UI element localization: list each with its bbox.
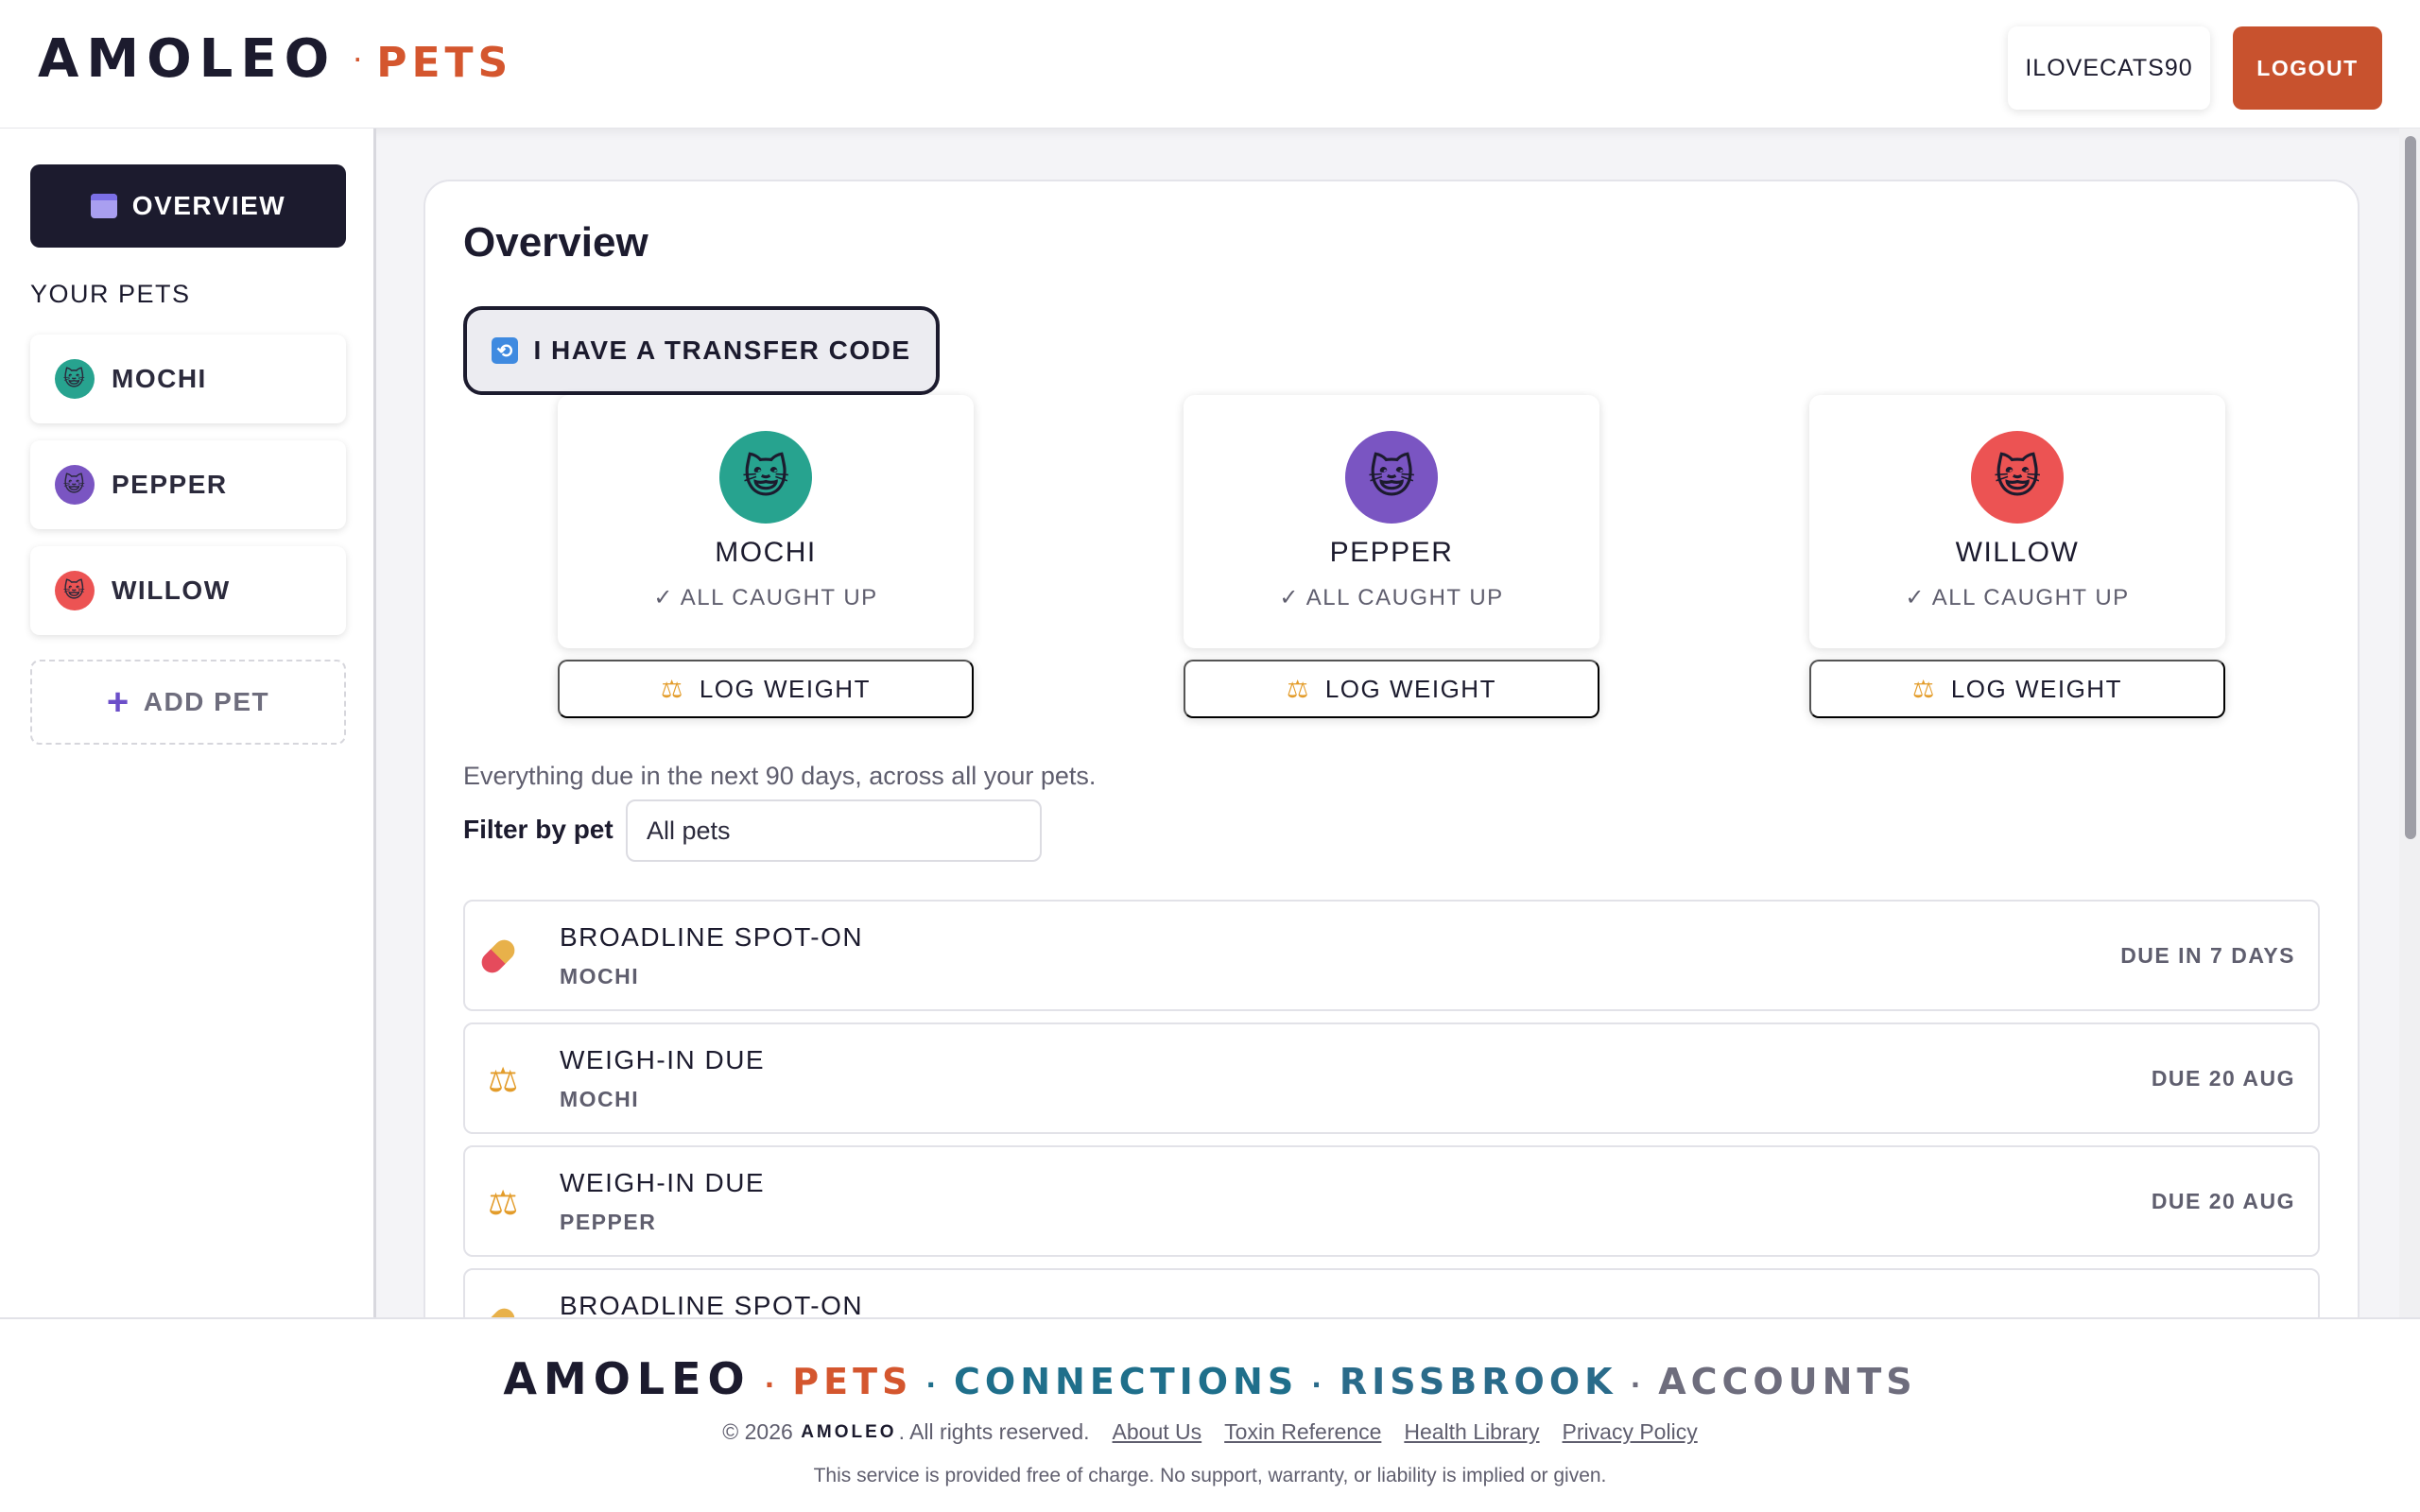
transfer-code-label: I HAVE A TRANSFER CODE: [533, 335, 911, 365]
footer-separator: ·: [1311, 1369, 1326, 1400]
due-item-pet: MOCHI: [560, 964, 640, 988]
footer-brand-connections[interactable]: CONNECTIONS: [954, 1361, 1298, 1402]
page-scrollbar[interactable]: [2399, 129, 2420, 1317]
brand-name: AMOLEO: [38, 28, 337, 90]
copyright-brand: AMOLEO: [801, 1421, 897, 1442]
logout-button[interactable]: LOGOUT: [2233, 26, 2382, 110]
scale-icon: ⚖: [488, 1183, 519, 1222]
list-item[interactable]: ⚖ WEIGH-IN DUE MOCHI DUE 20 AUG: [463, 1022, 2320, 1134]
pet-card-name: PEPPER: [1329, 537, 1454, 568]
list-item[interactable]: ⚖ WEIGH-IN DUE PEPPER DUE 20 AUG: [463, 1145, 2320, 1257]
brand-separator: ·: [352, 38, 364, 77]
footer-separator: ·: [764, 1369, 780, 1400]
due-item-pet: PEPPER: [560, 1210, 657, 1234]
log-weight-label: LOG WEIGHT: [699, 674, 871, 703]
cat-face-icon: 😺: [1971, 431, 2064, 524]
due-item-title: WEIGH-IN DUE: [560, 1168, 766, 1197]
due-item-date: DUE 20 AUG: [2151, 1189, 2295, 1213]
pet-card-pepper[interactable]: 😺 PEPPER ✓ ALL CAUGHT UP: [1184, 395, 1599, 648]
footer-brand-row: AMOLEO · PETS · CONNECTIONS · RISSBROOK …: [0, 1353, 2420, 1404]
footer-brand-accounts[interactable]: ACCOUNTS: [1658, 1361, 1916, 1402]
footer: AMOLEO · PETS · CONNECTIONS · RISSBROOK …: [0, 1317, 2420, 1512]
page-title: Overview: [463, 219, 648, 266]
due-list: BROADLINE SPOT-ON MOCHI DUE IN 7 DAYS ⚖ …: [463, 898, 2320, 1317]
log-weight-button-willow[interactable]: ⚖ LOG WEIGHT: [1809, 660, 2225, 718]
pill-icon: [477, 1304, 519, 1317]
sidebar-item-mochi[interactable]: 😺 MOCHI: [30, 335, 346, 423]
pet-card-mochi[interactable]: 😺 MOCHI ✓ ALL CAUGHT UP: [558, 395, 974, 648]
your-pets-heading: YOUR PETS: [30, 280, 191, 308]
sidebar-item-pepper[interactable]: 😺 PEPPER: [30, 440, 346, 529]
calendar-icon: [90, 194, 117, 218]
scrollbar-thumb[interactable]: [2405, 136, 2416, 839]
filter-label: Filter by pet: [463, 815, 614, 844]
pet-card-willow[interactable]: 😺 WILLOW ✓ ALL CAUGHT UP: [1809, 395, 2225, 648]
scale-icon: ⚖: [661, 674, 684, 703]
sidebar-pet-label: PEPPER: [112, 470, 228, 499]
due-item-title: WEIGH-IN DUE: [560, 1045, 766, 1074]
log-weight-label: LOG WEIGHT: [1950, 674, 2122, 703]
footer-link-toxin-reference[interactable]: Toxin Reference: [1224, 1419, 1381, 1445]
due-item-title: BROADLINE SPOT-ON: [560, 1291, 864, 1317]
brand-logo[interactable]: AMOLEO · PETS: [38, 28, 512, 90]
pet-card-status: ✓ ALL CAUGHT UP: [1905, 585, 2130, 610]
upcoming-hint-text: Everything due in the next 90 days, acro…: [463, 762, 1097, 790]
pet-filter-select[interactable]: All pets: [626, 799, 1042, 862]
footer-link-about[interactable]: About Us: [1113, 1419, 1202, 1445]
pet-card-name: WILLOW: [1955, 537, 2080, 568]
overview-label: OVERVIEW: [131, 191, 286, 220]
footer-separator: ·: [1630, 1369, 1646, 1400]
footer-separator: ·: [925, 1369, 942, 1400]
sidebar: OVERVIEW YOUR PETS 😺 MOCHI 😺 PEPPER 😺 WI…: [0, 129, 376, 1317]
sidebar-pet-label: WILLOW: [112, 576, 231, 605]
cat-face-icon: 😺: [1345, 431, 1438, 524]
list-item[interactable]: BROADLINE SPOT-ON: [463, 1268, 2320, 1317]
sidebar-pet-label: MOCHI: [112, 364, 207, 393]
sidebar-overview-button[interactable]: OVERVIEW: [30, 164, 346, 248]
scale-icon: ⚖: [1287, 674, 1310, 703]
transfer-code-button[interactable]: ⟲ I HAVE A TRANSFER CODE: [463, 306, 940, 395]
cat-face-icon: 😺: [55, 359, 95, 399]
log-weight-label: LOG WEIGHT: [1324, 674, 1496, 703]
due-item-pet: MOCHI: [560, 1087, 640, 1111]
pet-card-status: ✓ ALL CAUGHT UP: [653, 585, 878, 610]
add-pet-label: ADD PET: [143, 687, 270, 716]
refresh-icon: ⟲: [492, 337, 519, 364]
footer-disclaimer: This service is provided free of charge.…: [813, 1465, 1607, 1486]
copyright-suffix: . All rights reserved.: [898, 1419, 1090, 1444]
plus-icon: +: [106, 680, 130, 723]
top-header: AMOLEO · PETS ILOVECATS90 LOGOUT: [0, 0, 2420, 129]
add-pet-button[interactable]: + ADD PET: [30, 660, 346, 745]
username-chip[interactable]: ILOVECATS90: [2008, 26, 2210, 110]
list-item[interactable]: BROADLINE SPOT-ON MOCHI DUE IN 7 DAYS: [463, 900, 2320, 1011]
footer-link-privacy[interactable]: Privacy Policy: [1563, 1419, 1698, 1445]
due-item-date: DUE 20 AUG: [2151, 1066, 2295, 1091]
footer-brand-amoleo[interactable]: AMOLEO: [503, 1353, 751, 1404]
scale-icon: ⚖: [488, 1060, 519, 1099]
due-item-title: BROADLINE SPOT-ON: [560, 922, 864, 952]
pill-icon: [477, 936, 519, 984]
pet-card-status: ✓ ALL CAUGHT UP: [1279, 585, 1504, 610]
footer-copyright-row: © 2026 AMOLEO. All rights reserved. Abou…: [0, 1419, 2420, 1445]
due-item-date: DUE IN 7 DAYS: [2120, 943, 2295, 968]
cat-face-icon: 😺: [719, 431, 812, 524]
cat-face-icon: 😺: [55, 465, 95, 505]
sidebar-item-willow[interactable]: 😺 WILLOW: [30, 546, 346, 635]
footer-link-health-library[interactable]: Health Library: [1404, 1419, 1539, 1445]
log-weight-button-mochi[interactable]: ⚖ LOG WEIGHT: [558, 660, 974, 718]
scale-icon: ⚖: [1912, 674, 1936, 703]
copyright-prefix: © 2026: [722, 1419, 793, 1444]
pet-card-name: MOCHI: [715, 537, 817, 568]
cat-face-icon: 😺: [55, 571, 95, 610]
footer-brand-rissbrook[interactable]: RISSBROOK: [1340, 1361, 1617, 1402]
footer-brand-pets[interactable]: PETS: [792, 1361, 912, 1402]
brand-product: PETS: [376, 39, 513, 87]
log-weight-button-pepper[interactable]: ⚖ LOG WEIGHT: [1184, 660, 1599, 718]
